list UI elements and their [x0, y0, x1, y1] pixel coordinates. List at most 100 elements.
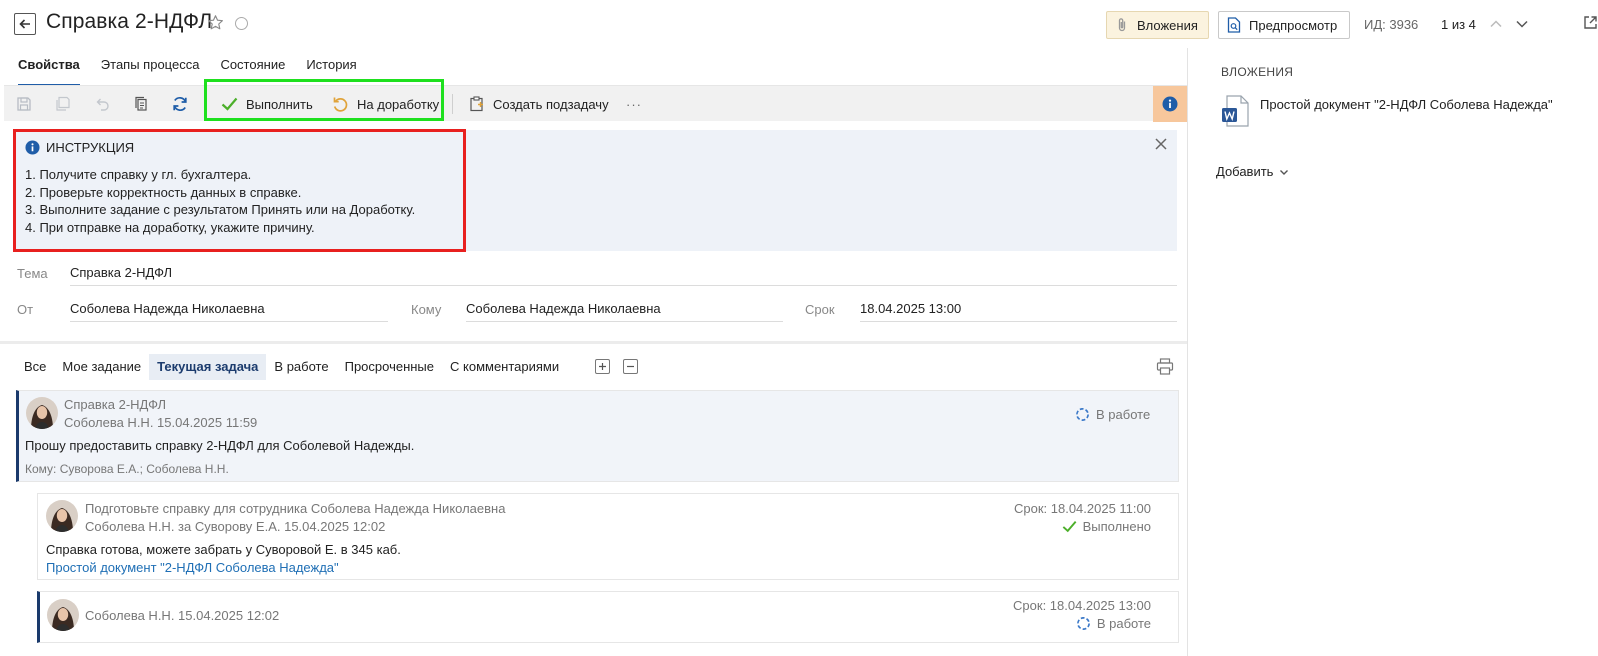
star-icon[interactable] — [207, 14, 224, 31]
toolbar-divider — [452, 94, 453, 114]
instruction-list: 1. Получите справку у гл. бухгалтера. 2.… — [25, 166, 415, 236]
chevron-down-icon — [1280, 169, 1289, 175]
plus-icon — [599, 363, 606, 370]
in-progress-icon — [1076, 408, 1089, 421]
word-document-icon — [1222, 95, 1249, 127]
add-attachment-button[interactable]: Добавить — [1216, 164, 1289, 179]
floppy-icon — [17, 97, 31, 111]
thread-item-recipients: Кому: Суворова Е.А.; Соболева Н.Н. — [25, 462, 229, 476]
thread-item-author-date: Соболева Н.Н. 15.04.2025 12:02 — [85, 608, 280, 623]
avatar — [47, 599, 79, 631]
status-circle-icon[interactable] — [235, 17, 248, 30]
checkmark-icon — [221, 97, 238, 111]
attachments-button-label: Вложения — [1137, 17, 1198, 33]
thread-item-author-date: Соболева Н.Н. 15.04.2025 11:59 — [64, 415, 258, 430]
attachment-item[interactable]: Простой документ "2-НДФЛ Соболева Надежд… — [1221, 95, 1553, 127]
filter-with-comments[interactable]: С комментариями — [442, 354, 567, 380]
filter-current-task[interactable]: Текущая задача — [149, 354, 267, 380]
create-subtask-button[interactable]: Создать подзадачу — [469, 91, 609, 117]
in-progress-icon — [1076, 617, 1090, 630]
tab-process-stages[interactable]: Этапы процесса — [101, 56, 200, 86]
add-attachment-label: Добавить — [1216, 164, 1274, 179]
status-badge: В работе — [1075, 407, 1150, 422]
preview-button[interactable]: Предпросмотр — [1218, 11, 1350, 39]
user-photo-icon — [26, 397, 58, 429]
instruction-line: 1. Получите справку у гл. бухгалтера. — [25, 167, 252, 182]
save-icon[interactable] — [14, 94, 34, 114]
filter-in-progress[interactable]: В работе — [266, 354, 336, 380]
status-text: Выполнено — [1082, 519, 1151, 534]
topic-field[interactable]: Справка 2-НДФЛ — [70, 262, 1177, 286]
thread-item-main-task[interactable]: Справка 2-НДФЛ Соболева Н.Н. 15.04.2025 … — [16, 390, 1179, 482]
thread-item-title: Подготовьте справку для сотрудника Собол… — [85, 501, 506, 516]
task-panel: Свойства Этапы процесса Состояние Истори… — [0, 48, 1188, 656]
thread-item-text: Справка готова, можете забрать у Суворов… — [46, 542, 401, 557]
instruction-block: ИНСТРУКЦИЯ 1. Получите справку у гл. бух… — [13, 130, 1177, 251]
copy-icon[interactable] — [131, 94, 151, 114]
instruction-line: 4. При отправке на доработку, укажите пр… — [25, 219, 315, 235]
rework-button-label: На доработку — [357, 96, 440, 112]
preview-button-label: Предпросмотр — [1249, 17, 1338, 33]
undo-icon[interactable] — [92, 94, 112, 114]
instruction-line: 2. Проверьте корректность данных в справ… — [25, 184, 302, 200]
floppy-multi-icon — [56, 96, 70, 111]
attachments-panel-title: ВЛОЖЕНИЯ — [1221, 65, 1294, 79]
thread-item-text: Прошу предоставить справку 2-НДФЛ для Со… — [25, 438, 415, 453]
page-title: Справка 2-НДФЛ — [46, 10, 213, 33]
more-actions-button[interactable]: ··· — [626, 91, 642, 117]
avatar — [46, 500, 78, 532]
instruction-title-text: ИНСТРУКЦИЯ — [46, 140, 135, 155]
create-subtask-label: Создать подзадачу — [493, 96, 609, 112]
minus-icon — [627, 365, 634, 368]
refresh-arrows-icon — [173, 96, 187, 112]
attached-document-link[interactable]: Простой документ "2-НДФЛ Соболева Надежд… — [46, 560, 339, 575]
tab-state[interactable]: Состояние — [220, 56, 285, 86]
info-panel-toggle[interactable] — [1153, 86, 1187, 122]
thread-item-deadline: Срок: 18.04.2025 11:00 — [1013, 501, 1151, 516]
refresh-icon[interactable] — [170, 94, 190, 114]
to-field[interactable]: Соболева Надежда Николаевна — [466, 298, 783, 322]
attachments-button[interactable]: Вложения — [1106, 11, 1209, 39]
instruction-line: 3. Выполните задание с результатом Приня… — [25, 202, 416, 217]
status-text: В работе — [1096, 616, 1151, 631]
attachment-name: Простой документ "2-НДФЛ Соболева Надежд… — [1260, 97, 1553, 112]
from-field[interactable]: Соболева Надежда Николаевна — [70, 298, 388, 322]
collapse-all-button[interactable] — [623, 359, 638, 374]
filter-my-task[interactable]: Мое задание — [54, 354, 149, 380]
info-icon — [1162, 96, 1178, 112]
thread-filters: Все Мое задание Текущая задача В работе … — [16, 354, 567, 380]
thread-item-assignment[interactable]: Подготовьте справку для сотрудника Собол… — [37, 493, 1179, 580]
preview-document-icon — [1227, 17, 1241, 33]
thread-item-deadline: Срок: 18.04.2025 13:00 — [1013, 598, 1151, 613]
subtask-icon — [470, 96, 483, 112]
info-icon — [25, 140, 40, 155]
paperclip-icon — [1118, 18, 1126, 32]
print-icon[interactable] — [1156, 358, 1174, 375]
tab-properties[interactable]: Свойства — [18, 56, 80, 86]
chevron-down-icon[interactable] — [1515, 17, 1529, 31]
checkmark-icon — [1062, 521, 1077, 533]
deadline-field[interactable]: 18.04.2025 13:00 — [860, 298, 1177, 322]
close-icon[interactable] — [1154, 137, 1168, 151]
filter-all[interactable]: Все — [16, 354, 54, 380]
section-divider — [0, 341, 1188, 344]
status-badge: В работе — [1076, 616, 1151, 631]
thread-item-subtask[interactable]: Соболева Н.Н. 15.04.2025 12:02 Срок: 18.… — [37, 591, 1179, 643]
user-photo-icon — [46, 500, 78, 532]
expand-all-button[interactable] — [595, 359, 610, 374]
open-external-icon[interactable] — [1583, 15, 1598, 30]
deadline-label: Срок — [805, 302, 835, 317]
tab-history[interactable]: История — [306, 56, 356, 86]
to-label: Кому — [411, 302, 442, 317]
copy-pages-icon — [135, 96, 147, 111]
complete-button[interactable]: Выполнить — [221, 91, 313, 117]
filter-overdue[interactable]: Просроченные — [337, 354, 442, 380]
arrow-left-icon — [19, 19, 30, 29]
tab-bar: Свойства Этапы процесса Состояние Истори… — [18, 56, 378, 86]
chevron-up-icon[interactable] — [1489, 17, 1503, 31]
back-button[interactable] — [14, 13, 36, 35]
send-to-rework-button[interactable]: На доработку — [332, 91, 439, 117]
topic-label: Тема — [17, 266, 48, 281]
save-and-close-icon[interactable] — [53, 94, 73, 114]
toolbar: Выполнить На доработку Создать подзадачу… — [4, 85, 1187, 122]
